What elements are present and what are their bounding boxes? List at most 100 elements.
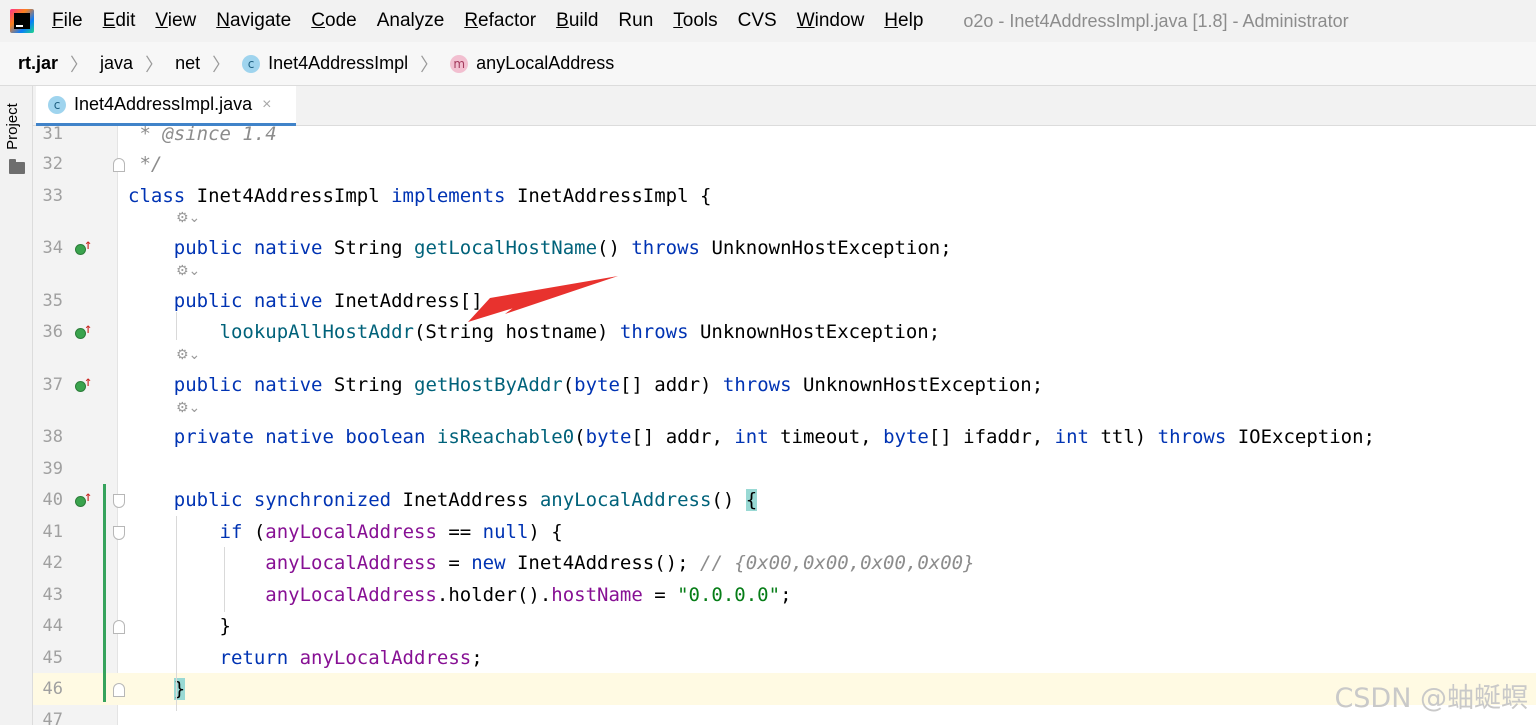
window-title: o2o - Inet4AddressImpl.java [1.8] - Admi… xyxy=(963,10,1349,31)
code-line-41[interactable]: 41 if (anyLocalAddress == null) { xyxy=(33,516,1536,548)
method-icon: m xyxy=(450,54,469,73)
code-line-40[interactable]: 40 public synchronized InetAddress anyLo… xyxy=(33,484,1536,516)
menu-item-refactor[interactable]: Refactor xyxy=(464,10,536,32)
implements-marker-icon[interactable]: ↑ xyxy=(75,490,92,509)
code-text: lookupAllHostAddr(String hostname) throw… xyxy=(219,321,941,343)
menu-item-window[interactable]: Window xyxy=(797,10,865,32)
code-line-38[interactable]: 38 private native boolean isReachable0(b… xyxy=(33,421,1536,453)
tab-title: Inet4AddressImpl.java xyxy=(74,94,253,114)
fold-marker-icon[interactable] xyxy=(113,683,125,697)
menu-item-build[interactable]: Build xyxy=(556,10,598,32)
code-editor[interactable]: 31 * @since 1.4 32 */33 class Inet4Address… xyxy=(33,126,1536,725)
menu-mnemonic: B xyxy=(556,10,569,31)
vcs-change-bar[interactable] xyxy=(103,484,106,702)
code-line-36[interactable]: 36 lookupAllHostAddr(String hostname) th… xyxy=(33,316,1536,348)
code-vision-hint-icon[interactable]: ⚙⌄ xyxy=(176,210,200,226)
code-line-35[interactable]: 35 public native InetAddress[] xyxy=(33,285,1536,317)
close-icon[interactable]: × xyxy=(262,96,271,114)
code-line-45[interactable]: 45 return anyLocalAddress; xyxy=(33,642,1536,674)
menu-label: uild xyxy=(568,10,599,31)
code-line-33[interactable]: 33 class Inet4AddressImpl implements Inet… xyxy=(33,180,1536,212)
code-line-46[interactable]: 46 } xyxy=(33,673,1536,705)
breadcrumb-separator-icon: 〉 xyxy=(70,54,89,75)
menu-mnemonic: F xyxy=(52,10,64,31)
code-line-34[interactable]: 34 public native String getLocalHostName… xyxy=(33,232,1536,264)
menu-item-edit[interactable]: Edit xyxy=(103,10,136,32)
fold-marker-icon[interactable] xyxy=(113,494,125,508)
code-line-47[interactable]: 47 xyxy=(33,704,1536,725)
menu-label: CVS xyxy=(737,10,777,31)
breadcrumb-item-method[interactable]: m anyLocalAddress xyxy=(450,53,614,74)
menu-item-code[interactable]: Code xyxy=(311,10,356,32)
menu-label: dit xyxy=(115,10,136,31)
project-tool-label: Project xyxy=(3,103,21,150)
code-line-43[interactable]: 43 anyLocalAddress.holder().hostName = "… xyxy=(33,579,1536,611)
line-number: 35 xyxy=(42,291,63,311)
code-line-44[interactable]: 44 } xyxy=(33,610,1536,642)
code-vision-hint-icon[interactable]: ⚙⌄ xyxy=(176,400,200,416)
breadcrumb-item-rt-jar[interactable]: rt.jar xyxy=(18,53,58,74)
menu-item-analyze[interactable]: Analyze xyxy=(377,10,445,32)
code-vision-hint-icon[interactable]: ⚙⌄ xyxy=(176,263,200,279)
line-number: 31 xyxy=(42,126,63,144)
intellij-logo-icon[interactable] xyxy=(10,9,34,33)
breadcrumb-item-java[interactable]: java xyxy=(100,53,133,74)
menu-item-help[interactable]: Help xyxy=(884,10,923,32)
code-line-31[interactable]: 31 * @since 1.4 xyxy=(33,126,1536,150)
line-number: 45 xyxy=(42,648,63,668)
menu-mnemonic: V xyxy=(155,10,168,31)
menu-mnemonic: N xyxy=(216,10,230,31)
menu-items: File Edit View Navigate Code Analyze Refactor B… xyxy=(52,10,943,32)
code-text: } xyxy=(128,615,231,637)
code-text: public native String getHostByAddr(byte[… xyxy=(173,374,1044,396)
line-number: 39 xyxy=(42,459,63,479)
menu-mnemonic: C xyxy=(311,10,325,31)
code-text: * @since 1.4 xyxy=(128,126,277,145)
menu-item-run[interactable]: Run xyxy=(618,10,653,32)
menu-label: Analyze xyxy=(376,10,445,31)
project-tool-button[interactable]: Project xyxy=(3,100,29,158)
menu-bar: File Edit View Navigate Code Analyze Refactor B… xyxy=(0,0,1536,42)
code-text: anyLocalAddress.holder().hostName = "0.0… xyxy=(265,584,792,606)
line-number: 47 xyxy=(42,710,63,725)
code-line-42[interactable]: 42 anyLocalAddress = new Inet4Address();… xyxy=(33,547,1536,579)
indent-guide xyxy=(176,516,177,711)
implements-marker-icon[interactable]: ↑ xyxy=(75,375,92,394)
folder-icon[interactable] xyxy=(9,159,25,174)
menu-mnemonic: W xyxy=(796,10,815,31)
breadcrumb-separator-icon: 〉 xyxy=(145,54,164,75)
indent-guide xyxy=(176,312,177,340)
breadcrumb-item-class[interactable]: c Inet4AddressImpl xyxy=(242,53,408,74)
class-icon: c xyxy=(242,54,261,73)
indent-guide xyxy=(224,547,225,612)
menu-mnemonic: R xyxy=(464,10,479,31)
code-vision-hint-icon[interactable]: ⚙⌄ xyxy=(176,347,200,363)
code-line-37[interactable]: 37 public native String getHostByAddr(by… xyxy=(33,369,1536,401)
editor-tab-bar: c Inet4AddressImpl.java × xyxy=(33,86,1536,126)
code-text: public native String getLocalHostName() … xyxy=(173,237,952,259)
line-number: 33 xyxy=(42,186,63,206)
menu-item-view[interactable]: View xyxy=(155,10,196,32)
menu-item-tools[interactable]: Tools xyxy=(673,10,717,32)
code-text: */ xyxy=(128,153,163,175)
line-number: 41 xyxy=(42,522,63,542)
menu-label: Run xyxy=(618,10,654,31)
code-line-39[interactable]: 39 xyxy=(33,453,1536,485)
menu-label: avigate xyxy=(229,10,292,31)
code-line-32[interactable]: 32 */ xyxy=(33,148,1536,180)
line-number: 32 xyxy=(42,154,63,174)
menu-label: indow xyxy=(814,10,865,31)
menu-item-navigate[interactable]: Navigate xyxy=(216,10,291,32)
implements-marker-icon[interactable]: ↑ xyxy=(75,238,92,257)
fold-marker-icon[interactable] xyxy=(113,526,125,540)
implements-marker-icon[interactable]: ↑ xyxy=(75,322,92,341)
menu-item-cvs[interactable]: CVS xyxy=(738,10,777,32)
menu-item-file[interactable]: File xyxy=(52,10,83,32)
breadcrumb-item-net[interactable]: net xyxy=(175,53,200,74)
menu-label: ile xyxy=(63,10,83,31)
code-text: anyLocalAddress = new Inet4Address(); //… xyxy=(265,552,975,574)
fold-marker-icon[interactable] xyxy=(113,620,125,634)
fold-marker-icon[interactable] xyxy=(113,158,125,172)
code-text: if (anyLocalAddress == null) { xyxy=(219,521,563,543)
tab-inet4addressimpl[interactable]: c Inet4AddressImpl.java × xyxy=(36,86,296,126)
